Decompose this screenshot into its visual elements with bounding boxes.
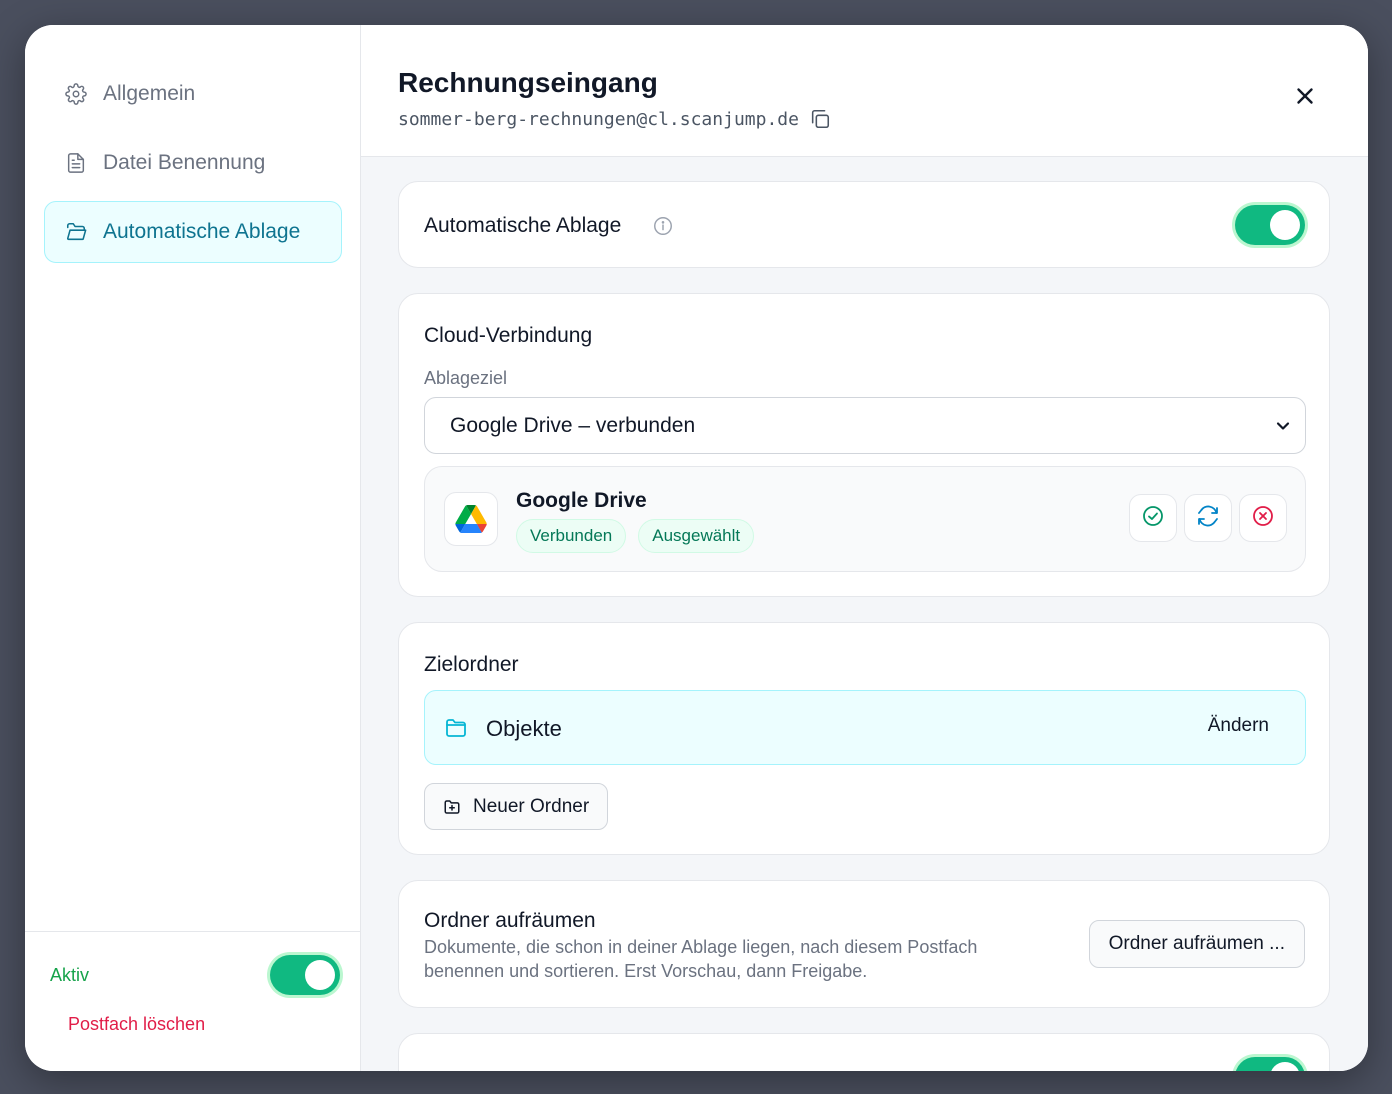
sidebar-item-allgemein[interactable]: Allgemein — [44, 63, 342, 125]
sidebar-item-automatische-ablage[interactable]: Automatische Ablage — [44, 201, 342, 263]
toggle-knob — [305, 960, 335, 990]
target-select[interactable]: Google Drive – verbunden — [424, 397, 1306, 454]
next-setting-toggle[interactable] — [1235, 1057, 1305, 1071]
settings-modal: Allgemein Datei Benennung Automatische A… — [25, 25, 1368, 1071]
auto-filing-toggle[interactable] — [1235, 205, 1305, 245]
close-icon[interactable] — [1292, 83, 1318, 109]
new-folder-button[interactable]: Neuer Ordner — [424, 783, 609, 830]
active-row: Aktiv — [50, 954, 340, 996]
sidebar-item-label: Allgemein — [103, 82, 196, 105]
toggle-knob — [1270, 210, 1300, 240]
toggle-knob — [1270, 1062, 1300, 1071]
cloud-connection-card: Cloud-Verbindung Ablageziel Google Drive… — [398, 293, 1330, 597]
select-provider-button[interactable] — [1129, 494, 1177, 542]
active-toggle[interactable] — [270, 955, 340, 995]
sidebar-footer: Aktiv Postfach löschen — [25, 931, 360, 1071]
folder-plus-icon — [443, 798, 461, 816]
sidebar-item-label: Datei Benennung — [103, 151, 266, 174]
status-badge-selected: Ausgewählt — [638, 519, 755, 553]
main-panel: Rechnungseingang sommer-berg-rechnungen@… — [361, 25, 1368, 1071]
cleanup-card: Ordner aufräumen Dokumente, die schon in… — [398, 880, 1330, 1008]
email-row: sommer-berg-rechnungen@cl.scanjump.de — [398, 108, 831, 130]
page-title: Rechnungseingang — [398, 67, 658, 98]
auto-filing-card: Automatische Ablage — [398, 181, 1330, 268]
mailbox-email: sommer-berg-rechnungen@cl.scanjump.de — [398, 108, 799, 130]
target-label: Ablageziel — [424, 368, 508, 388]
sidebar-item-datei-benennung[interactable]: Datei Benennung — [44, 132, 342, 194]
x-circle-icon — [1251, 504, 1275, 533]
cloud-connection-title: Cloud-Verbindung — [424, 324, 593, 347]
chevron-down-icon — [1273, 416, 1293, 436]
selected-folder[interactable]: Objekte Ändern — [424, 690, 1306, 765]
change-folder-link[interactable]: Ändern — [1208, 715, 1269, 737]
gear-icon — [65, 83, 87, 105]
new-folder-label: Neuer Ordner — [473, 795, 590, 817]
check-circle-icon — [1141, 504, 1165, 533]
settings-content: Automatische Ablage Cloud-Verbindung Abl… — [398, 181, 1330, 1071]
refresh-provider-button[interactable] — [1184, 494, 1232, 542]
provider-badges: Verbunden Ausgewählt — [516, 519, 755, 553]
target-folder-title: Zielordner — [424, 653, 519, 676]
cleanup-title: Ordner aufräumen — [424, 909, 596, 932]
provider-name: Google Drive — [516, 489, 647, 512]
provider-card: Google Drive Verbunden Ausgewählt — [424, 466, 1306, 572]
status-badge-connected: Verbunden — [516, 519, 627, 553]
auto-filing-title: Automatische Ablage — [424, 214, 622, 237]
folder-open-icon — [65, 221, 87, 243]
disconnect-provider-button[interactable] — [1239, 494, 1287, 542]
next-setting-card — [398, 1033, 1330, 1071]
active-label: Aktiv — [50, 964, 90, 985]
refresh-icon — [1196, 504, 1220, 533]
info-icon[interactable] — [652, 215, 674, 237]
cleanup-button[interactable]: Ordner aufräumen ... — [1088, 920, 1305, 968]
sidebar-nav: Allgemein Datei Benennung Automatische A… — [44, 63, 342, 270]
target-folder-card: Zielordner Objekte Ändern Neuer Ordner — [398, 622, 1330, 855]
main-header: Rechnungseingang sommer-berg-rechnungen@… — [361, 25, 1368, 157]
sidebar-item-label: Automatische Ablage — [103, 220, 301, 243]
folder-icon — [444, 716, 468, 740]
target-select-value: Google Drive – verbunden — [450, 413, 696, 437]
document-icon — [65, 152, 87, 174]
provider-actions — [1129, 494, 1287, 542]
folder-name: Objekte — [486, 716, 562, 741]
copy-icon[interactable] — [809, 108, 831, 130]
delete-mailbox-link[interactable]: Postfach löschen — [68, 1014, 205, 1035]
sidebar: Allgemein Datei Benennung Automatische A… — [25, 25, 361, 1071]
google-drive-icon — [444, 492, 498, 546]
cleanup-description: Dokumente, die schon in deiner Ablage li… — [424, 937, 978, 981]
